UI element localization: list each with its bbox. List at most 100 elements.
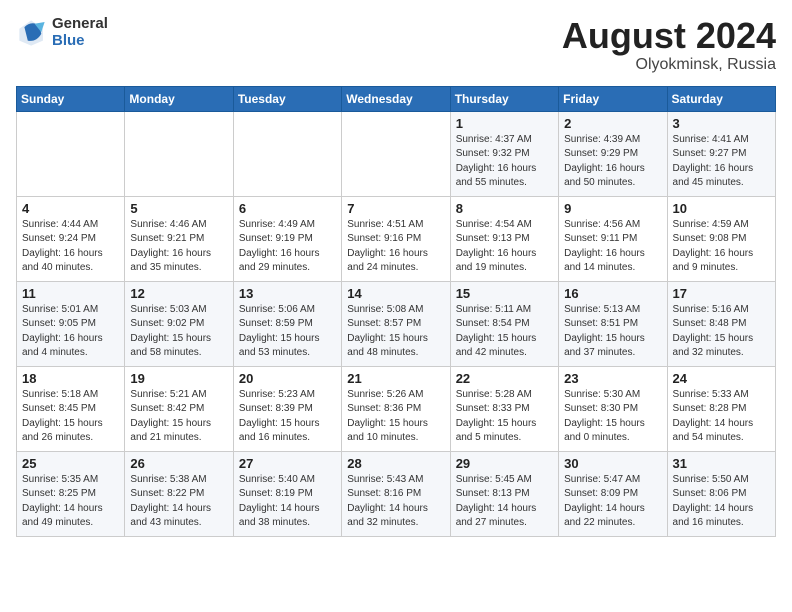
calendar-cell bbox=[233, 111, 341, 196]
day-number: 6 bbox=[239, 201, 336, 216]
weekday-header-wednesday: Wednesday bbox=[342, 86, 450, 111]
day-number: 24 bbox=[673, 371, 770, 386]
calendar-cell: 11Sunrise: 5:01 AMSunset: 9:05 PMDayligh… bbox=[17, 281, 125, 366]
calendar-cell: 1 Sunrise: 4:37 AMSunset: 9:32 PMDaylight… bbox=[450, 111, 558, 196]
day-number: 2 bbox=[564, 116, 661, 131]
day-info: Sunrise: 4:39 AMSunset: 9:29 PMDaylight:… bbox=[564, 133, 661, 191]
calendar-cell bbox=[17, 111, 125, 196]
calendar-cell: 31Sunrise: 5:50 AMSunset: 8:06 PMDayligh… bbox=[667, 451, 775, 536]
day-info: Sunrise: 5:40 AMSunset: 8:19 PMDaylight:… bbox=[239, 473, 336, 531]
day-number: 29 bbox=[456, 456, 553, 471]
day-number: 28 bbox=[347, 456, 444, 471]
day-info: Sunrise: 4:49 AMSunset: 9:19 PMDaylight:… bbox=[239, 218, 336, 276]
calendar-week-2: 4Sunrise: 4:44 AMSunset: 9:24 PMDaylight… bbox=[17, 196, 776, 281]
calendar-cell: 27 Sunrise: 5:40 AMSunset: 8:19 PMDayligh… bbox=[233, 451, 341, 536]
day-info: Sunrise: 5:43 AMSunset: 8:16 PMDaylight:… bbox=[347, 473, 444, 531]
calendar-cell: 12Sunrise: 5:03 AMSunset: 9:02 PMDayligh… bbox=[125, 281, 233, 366]
day-info: Sunrise: 4:56 AMSunset: 9:11 PMDaylight:… bbox=[564, 218, 661, 276]
day-number: 12 bbox=[130, 286, 227, 301]
calendar-cell: 4Sunrise: 4:44 AMSunset: 9:24 PMDaylight… bbox=[17, 196, 125, 281]
day-info: Sunrise: 4:41 AMSunset: 9:27 PMDaylight:… bbox=[673, 133, 770, 191]
calendar-cell: 5Sunrise: 4:46 AMSunset: 9:21 PMDaylight… bbox=[125, 196, 233, 281]
calendar-cell: 10 Sunrise: 4:59 AMSunset: 9:08 PMDayligh… bbox=[667, 196, 775, 281]
calendar-cell: 24 Sunrise: 5:33 AMSunset: 8:28 PMDayligh… bbox=[667, 366, 775, 451]
calendar-cell bbox=[125, 111, 233, 196]
logo: General Blue bbox=[16, 16, 108, 49]
weekday-header-row: SundayMondayTuesdayWednesdayThursdayFrid… bbox=[17, 86, 776, 111]
day-info: Sunrise: 5:26 AMSunset: 8:36 PMDaylight:… bbox=[347, 388, 444, 446]
day-number: 11 bbox=[22, 286, 119, 301]
calendar-cell: 16 Sunrise: 5:13 AMSunset: 8:51 PMDayligh… bbox=[559, 281, 667, 366]
calendar-cell: 8Sunrise: 4:54 AMSunset: 9:13 PMDaylight… bbox=[450, 196, 558, 281]
calendar-cell: 2 Sunrise: 4:39 AMSunset: 9:29 PMDaylight… bbox=[559, 111, 667, 196]
day-number: 22 bbox=[456, 371, 553, 386]
day-number: 7 bbox=[347, 201, 444, 216]
calendar-cell: 20Sunrise: 5:23 AMSunset: 8:39 PMDayligh… bbox=[233, 366, 341, 451]
day-number: 19 bbox=[130, 371, 227, 386]
weekday-header-sunday: Sunday bbox=[17, 86, 125, 111]
day-number: 15 bbox=[456, 286, 553, 301]
calendar-week-5: 25 Sunrise: 5:35 AMSunset: 8:25 PMDayligh… bbox=[17, 451, 776, 536]
calendar-cell: 22 Sunrise: 5:28 AMSunset: 8:33 PMDayligh… bbox=[450, 366, 558, 451]
calendar-title: August 2024 bbox=[562, 16, 776, 56]
day-info: Sunrise: 5:28 AMSunset: 8:33 PMDaylight:… bbox=[456, 388, 553, 446]
day-info: Sunrise: 5:50 AMSunset: 8:06 PMDaylight:… bbox=[673, 473, 770, 531]
calendar-week-1: 1 Sunrise: 4:37 AMSunset: 9:32 PMDaylight… bbox=[17, 111, 776, 196]
day-number: 17 bbox=[673, 286, 770, 301]
day-info: Sunrise: 5:06 AMSunset: 8:59 PMDaylight:… bbox=[239, 303, 336, 361]
logo-text: General Blue bbox=[52, 16, 108, 49]
weekday-header-monday: Monday bbox=[125, 86, 233, 111]
weekday-header-thursday: Thursday bbox=[450, 86, 558, 111]
day-number: 10 bbox=[673, 201, 770, 216]
day-number: 4 bbox=[22, 201, 119, 216]
day-info: Sunrise: 5:38 AMSunset: 8:22 PMDaylight:… bbox=[130, 473, 227, 531]
day-number: 13 bbox=[239, 286, 336, 301]
calendar-cell: 9 Sunrise: 4:56 AMSunset: 9:11 PMDaylight… bbox=[559, 196, 667, 281]
calendar-cell: 23 Sunrise: 5:30 AMSunset: 8:30 PMDayligh… bbox=[559, 366, 667, 451]
day-number: 20 bbox=[239, 371, 336, 386]
day-number: 21 bbox=[347, 371, 444, 386]
day-info: Sunrise: 5:16 AMSunset: 8:48 PMDaylight:… bbox=[673, 303, 770, 361]
calendar-cell: 21 Sunrise: 5:26 AMSunset: 8:36 PMDayligh… bbox=[342, 366, 450, 451]
calendar-cell: 14 Sunrise: 5:08 AMSunset: 8:57 PMDayligh… bbox=[342, 281, 450, 366]
day-number: 27 bbox=[239, 456, 336, 471]
calendar-cell: 30 Sunrise: 5:47 AMSunset: 8:09 PMDayligh… bbox=[559, 451, 667, 536]
day-number: 5 bbox=[130, 201, 227, 216]
day-info: Sunrise: 4:37 AMSunset: 9:32 PMDaylight:… bbox=[456, 133, 553, 191]
calendar-cell: 3 Sunrise: 4:41 AMSunset: 9:27 PMDaylight… bbox=[667, 111, 775, 196]
day-number: 14 bbox=[347, 286, 444, 301]
day-number: 30 bbox=[564, 456, 661, 471]
calendar-cell: 17 Sunrise: 5:16 AMSunset: 8:48 PMDayligh… bbox=[667, 281, 775, 366]
day-info: Sunrise: 4:51 AMSunset: 9:16 PMDaylight:… bbox=[347, 218, 444, 276]
calendar-cell: 18 Sunrise: 5:18 AMSunset: 8:45 PMDayligh… bbox=[17, 366, 125, 451]
header: General Blue August 2024 Olyokminsk, Rus… bbox=[16, 16, 776, 74]
day-number: 23 bbox=[564, 371, 661, 386]
day-info: Sunrise: 4:54 AMSunset: 9:13 PMDaylight:… bbox=[456, 218, 553, 276]
calendar-cell bbox=[342, 111, 450, 196]
day-info: Sunrise: 5:18 AMSunset: 8:45 PMDaylight:… bbox=[22, 388, 119, 446]
day-info: Sunrise: 5:35 AMSunset: 8:25 PMDaylight:… bbox=[22, 473, 119, 531]
day-info: Sunrise: 5:30 AMSunset: 8:30 PMDaylight:… bbox=[564, 388, 661, 446]
day-number: 25 bbox=[22, 456, 119, 471]
page: General Blue August 2024 Olyokminsk, Rus… bbox=[0, 0, 792, 547]
calendar-cell: 15 Sunrise: 5:11 AMSunset: 8:54 PMDayligh… bbox=[450, 281, 558, 366]
day-info: Sunrise: 5:33 AMSunset: 8:28 PMDaylight:… bbox=[673, 388, 770, 446]
day-info: Sunrise: 5:13 AMSunset: 8:51 PMDaylight:… bbox=[564, 303, 661, 361]
day-number: 1 bbox=[456, 116, 553, 131]
day-info: Sunrise: 5:11 AMSunset: 8:54 PMDaylight:… bbox=[456, 303, 553, 361]
day-info: Sunrise: 5:45 AMSunset: 8:13 PMDaylight:… bbox=[456, 473, 553, 531]
calendar-cell: 26Sunrise: 5:38 AMSunset: 8:22 PMDayligh… bbox=[125, 451, 233, 536]
calendar-cell: 28 Sunrise: 5:43 AMSunset: 8:16 PMDayligh… bbox=[342, 451, 450, 536]
day-number: 9 bbox=[564, 201, 661, 216]
logo-blue-text: Blue bbox=[52, 33, 108, 50]
day-info: Sunrise: 5:21 AMSunset: 8:42 PMDaylight:… bbox=[130, 388, 227, 446]
day-number: 3 bbox=[673, 116, 770, 131]
day-number: 18 bbox=[22, 371, 119, 386]
title-block: August 2024 Olyokminsk, Russia bbox=[562, 16, 776, 74]
day-number: 16 bbox=[564, 286, 661, 301]
calendar-subtitle: Olyokminsk, Russia bbox=[562, 56, 776, 74]
calendar-cell: 13 Sunrise: 5:06 AMSunset: 8:59 PMDayligh… bbox=[233, 281, 341, 366]
day-info: Sunrise: 5:47 AMSunset: 8:09 PMDaylight:… bbox=[564, 473, 661, 531]
day-info: Sunrise: 5:08 AMSunset: 8:57 PMDaylight:… bbox=[347, 303, 444, 361]
day-info: Sunrise: 4:59 AMSunset: 9:08 PMDaylight:… bbox=[673, 218, 770, 276]
